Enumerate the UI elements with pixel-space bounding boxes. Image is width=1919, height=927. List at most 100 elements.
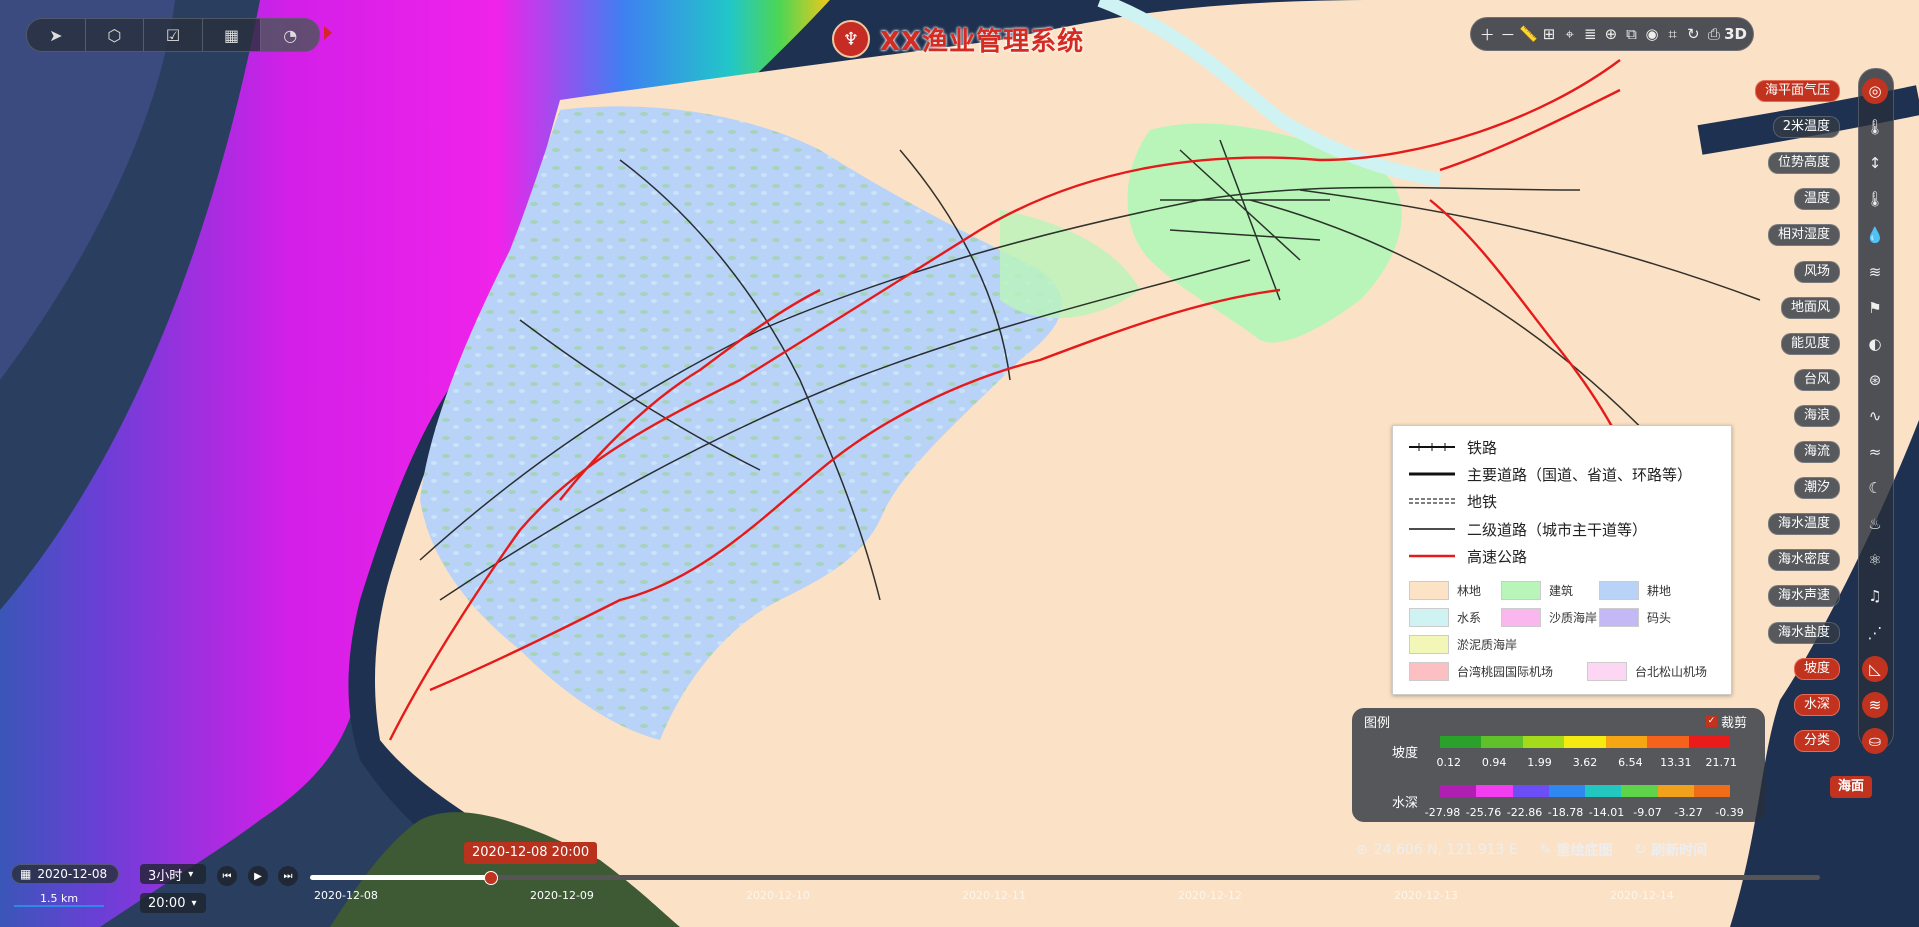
layer-item[interactable]: 能见度 — [1780, 331, 1852, 357]
layer-label[interactable]: 台风 — [1793, 368, 1840, 391]
previous-button[interactable]: ⏮ — [217, 866, 237, 886]
timeline-date-label: 2020-12-14 — [1610, 889, 1674, 902]
layer-label[interactable]: 海平面气压 — [1754, 80, 1840, 102]
redraw-icon[interactable]: ✎ — [1540, 842, 1552, 858]
layer-item[interactable]: 海平面气压 — [1754, 78, 1852, 104]
major-road-line-icon — [1409, 472, 1455, 476]
tide-icon[interactable]: ☾ — [1862, 475, 1888, 501]
rotate-icon[interactable]: ↻ — [1683, 25, 1704, 43]
legend-swatch — [1409, 608, 1449, 627]
locate-icon[interactable]: ⌖ — [1559, 25, 1580, 43]
zoom-in-icon[interactable]: ＋ — [1477, 24, 1498, 45]
grid-icon[interactable]: ▦ — [203, 19, 262, 51]
add-frame-icon[interactable]: ⧉ — [1621, 25, 1642, 43]
color-segment — [1476, 785, 1513, 797]
layer-label[interactable]: 温度 — [1793, 188, 1840, 211]
crop-icon[interactable]: ⌗ — [1662, 25, 1683, 43]
layer-item[interactable]: 海水声速 — [1767, 583, 1852, 609]
layer-label[interactable]: 潮汐 — [1793, 477, 1840, 500]
layer-label[interactable]: 海水温度 — [1767, 513, 1840, 536]
layer-item[interactable]: 地面风 — [1780, 295, 1852, 321]
layer-item[interactable]: 2米温度 — [1772, 114, 1852, 140]
layer-item[interactable]: 分类 — [1793, 728, 1852, 754]
sea-surface-label[interactable]: 海面 — [1830, 776, 1873, 798]
layer-label[interactable]: 海水密度 — [1767, 549, 1840, 572]
play-button[interactable]: ▶ — [248, 866, 268, 886]
slope-scale-name: 坡度 — [1392, 746, 1419, 761]
visibility-icon[interactable]: ◐ — [1862, 331, 1888, 357]
depth-icon[interactable]: ≋ — [1862, 691, 1888, 718]
target-icon[interactable]: ◉ — [1642, 25, 1663, 43]
next-button[interactable]: ⏭ — [278, 866, 298, 886]
salinity-icon[interactable]: ⋰ — [1862, 620, 1888, 646]
screenshot-icon[interactable]: ⎙ — [1704, 25, 1725, 43]
legend-major-road-label: 主要道路（国道、省道、环路等） — [1467, 465, 1693, 484]
layer-item[interactable]: 潮汐 — [1793, 475, 1852, 501]
layer-item[interactable]: 位势高度 — [1767, 150, 1852, 176]
clipboard-icon[interactable]: ☑ — [144, 19, 203, 51]
wind-flag-icon[interactable]: ⚑ — [1862, 295, 1888, 321]
wave-icon[interactable]: ∿ — [1862, 403, 1888, 429]
sea-temp-icon[interactable]: ♨ — [1862, 511, 1888, 537]
typhoon-icon[interactable]: ⊛ — [1862, 367, 1888, 393]
current-date[interactable]: ▦ 2020-12-08 — [11, 864, 119, 884]
thermometer-icon[interactable]: 🌡 — [1862, 114, 1888, 140]
legend-area-item: 沙质海岸 — [1501, 608, 1597, 627]
layer-item[interactable]: 海水盐度 — [1767, 620, 1852, 646]
area-measure-icon[interactable]: ⊞ — [1539, 25, 1560, 43]
legend-swatch — [1409, 581, 1449, 600]
redraw-basemap-button[interactable]: 重绘底图 — [1556, 840, 1612, 860]
clip-checkbox[interactable]: ✓ 裁剪 — [1706, 712, 1747, 731]
layer-item[interactable]: 海流 — [1793, 439, 1852, 465]
legend-major-road: 主要道路（国道、省道、环路等） — [1409, 462, 1692, 486]
pie-chart-icon[interactable]: ◔ — [261, 19, 319, 51]
layer-label[interactable]: 能见度 — [1780, 332, 1840, 355]
layer-item[interactable]: 水深 — [1793, 692, 1852, 718]
legend-area-label: 台北松山机场 — [1635, 665, 1708, 679]
layer-label[interactable]: 水深 — [1793, 693, 1840, 716]
layer-label[interactable]: 地面风 — [1780, 296, 1840, 319]
layer-label[interactable]: 海流 — [1793, 441, 1840, 463]
globe-icon[interactable]: ⊕ — [1601, 25, 1622, 43]
slope-icon[interactable]: ◺ — [1862, 655, 1888, 682]
layer-label[interactable]: 坡度 — [1793, 657, 1840, 680]
timeline-track[interactable] — [310, 875, 1820, 880]
hour-select[interactable]: 20:00 ▾ — [140, 893, 206, 913]
layer-label[interactable]: 海水声速 — [1767, 585, 1840, 608]
layer-item[interactable]: 温度 — [1793, 186, 1852, 212]
layer-item[interactable]: 相对湿度 — [1767, 222, 1852, 248]
layer-item[interactable]: 海浪 — [1793, 403, 1852, 429]
navigate-arrow-icon[interactable]: ➤ — [27, 19, 86, 51]
refresh-icon[interactable]: ↻ — [1634, 842, 1646, 858]
layer-item[interactable]: 海水密度 — [1767, 547, 1852, 573]
layer-label[interactable]: 风场 — [1793, 260, 1840, 283]
compass-icon[interactable]: ◎ — [1862, 78, 1888, 104]
classify-icon[interactable]: ⛀ — [1862, 727, 1888, 754]
layer-label[interactable]: 位势高度 — [1767, 152, 1840, 175]
layer-label[interactable]: 海浪 — [1793, 404, 1840, 427]
timeline-progress — [310, 875, 490, 880]
timeline-handle[interactable] — [484, 871, 498, 885]
layer-item[interactable]: 台风 — [1793, 367, 1852, 393]
layer-label[interactable]: 2米温度 — [1772, 116, 1840, 139]
color-scale-legend: 图例 ✓ 裁剪 坡度 0.12 0.94 1.99 3.62 6.54 13.31 21.7… — [1352, 708, 1765, 822]
interval-select[interactable]: 3小时 ▾ — [140, 864, 206, 884]
top-left-toolbar: ➤ ⬡ ☑ ▦ ◔ — [26, 18, 320, 52]
layers-icon[interactable]: ≣ — [1580, 25, 1601, 43]
layer-item[interactable]: 海水温度 — [1767, 511, 1852, 537]
layer-item[interactable]: 坡度 — [1793, 656, 1852, 682]
layer-label[interactable]: 海水盐度 — [1767, 621, 1840, 644]
refresh-time-button[interactable]: 刷新时间 — [1651, 840, 1707, 860]
app-header: ♆ XX渔业管理系统 — [832, 20, 1084, 58]
toolbar-expand-icon[interactable] — [324, 26, 332, 40]
cube-icon[interactable]: ⬡ — [86, 19, 145, 51]
layer-item[interactable]: 风场 — [1793, 259, 1852, 285]
layer-label[interactable]: 分类 — [1793, 729, 1840, 752]
current-icon[interactable]: ≈ — [1862, 439, 1888, 465]
zoom-out-icon[interactable]: － — [1498, 24, 1519, 45]
ruler-icon[interactable]: 📏 — [1518, 25, 1539, 43]
wind-icon[interactable]: ≋ — [1862, 259, 1888, 285]
height-icon[interactable]: ↕ — [1862, 150, 1888, 176]
layer-label[interactable]: 相对湿度 — [1767, 224, 1840, 247]
mode-3d-button[interactable]: 3D — [1724, 25, 1747, 43]
